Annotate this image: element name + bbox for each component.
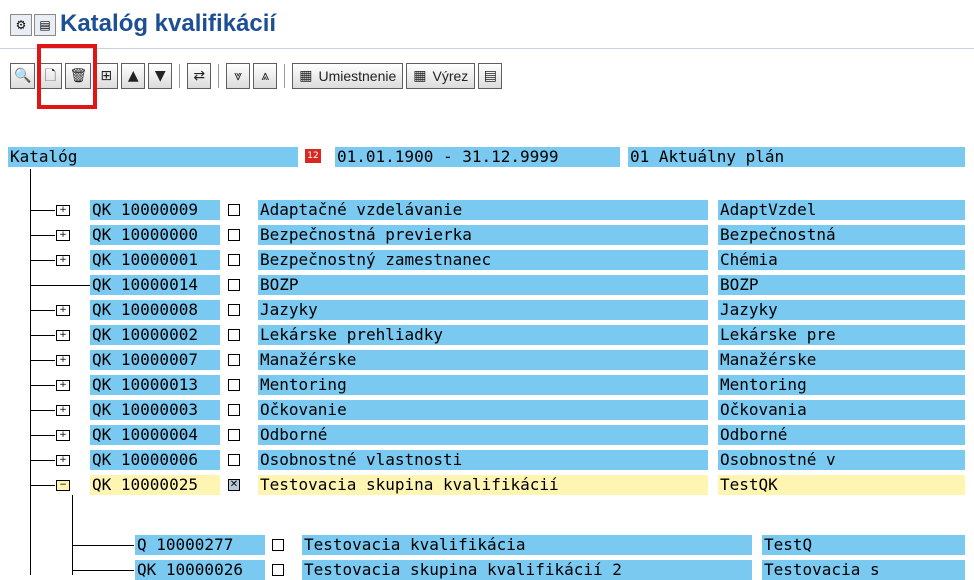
item-name[interactable]: Lekárske prehliadky [258, 325, 708, 345]
tree-trunk-line [30, 169, 31, 575]
expand-node-icon[interactable]: + [56, 205, 70, 216]
item-code[interactable]: QK 10000001 [90, 250, 220, 270]
expand-node-icon[interactable]: + [56, 380, 70, 391]
item-short-name: Mentoring [718, 375, 965, 395]
tree-branch-line [30, 485, 55, 486]
child-short-name: TestQ [762, 535, 965, 555]
tree-branch-line [72, 570, 134, 571]
item-code[interactable]: QK 10000025 [90, 475, 220, 495]
plan-version: 01 Aktuálny plán [628, 147, 965, 167]
item-code[interactable]: QK 10000007 [90, 350, 220, 370]
item-code[interactable]: QK 10000013 [90, 375, 220, 395]
item-short-name: Manažérske [718, 350, 965, 370]
tree-branch-line [30, 310, 55, 311]
item-name[interactable]: Testovacia skupina kvalifikácií [258, 475, 708, 495]
item-code[interactable]: QK 10000014 [90, 275, 220, 295]
qualification-tree: Katalóg 12 01.01.1900 - 31.12.9999 01 Aktuá… [0, 0, 974, 580]
item-short-name: Lekárske pre [718, 325, 965, 345]
item-short-name: Bezpečnostná [718, 225, 965, 245]
collapse-node-icon[interactable]: − [56, 480, 70, 491]
item-short-name: BOZP [718, 275, 965, 295]
item-name[interactable]: Očkovanie [258, 400, 708, 420]
item-name[interactable]: Mentoring [258, 375, 708, 395]
item-checkbox[interactable] [228, 404, 240, 416]
tree-branch-line [30, 460, 55, 461]
expand-node-icon[interactable]: + [56, 330, 70, 341]
item-checkbox[interactable] [228, 429, 240, 441]
child-code[interactable]: QK 10000026 [135, 560, 265, 580]
child-name[interactable]: Testovacia kvalifikácia [302, 535, 752, 555]
child-short-name: Testovacia s [762, 560, 965, 580]
item-code[interactable]: QK 10000003 [90, 400, 220, 420]
child-checkbox[interactable] [272, 564, 284, 576]
item-name[interactable]: Osobnostné vlastnosti [258, 450, 708, 470]
item-checkbox[interactable] [228, 454, 240, 466]
tree-branch-line [30, 285, 90, 286]
item-code[interactable]: QK 10000002 [90, 325, 220, 345]
item-name[interactable]: Jazyky [258, 300, 708, 320]
item-code[interactable]: QK 10000000 [90, 225, 220, 245]
tree-branch-line [30, 260, 55, 261]
item-code[interactable]: QK 10000006 [90, 450, 220, 470]
expand-node-icon[interactable]: + [56, 305, 70, 316]
date-range: 01.01.1900 - 31.12.9999 [335, 147, 620, 167]
item-name[interactable]: Odborné [258, 425, 708, 445]
subtree-line [72, 495, 73, 575]
item-checkbox[interactable] [228, 229, 240, 241]
expand-node-icon[interactable]: + [56, 355, 70, 366]
item-checkbox[interactable] [228, 204, 240, 216]
item-name[interactable]: Bezpečnostná previerka [258, 225, 708, 245]
child-checkbox[interactable] [272, 539, 284, 551]
item-checkbox[interactable] [228, 379, 240, 391]
item-code[interactable]: QK 10000004 [90, 425, 220, 445]
item-short-name: Osobnostné v [718, 450, 965, 470]
item-checkbox[interactable] [228, 329, 240, 341]
item-code[interactable]: QK 10000009 [90, 200, 220, 220]
item-name[interactable]: Manažérske [258, 350, 708, 370]
tree-branch-line [30, 385, 55, 386]
item-checkbox[interactable]: ✕ [228, 479, 240, 491]
expand-node-icon[interactable]: + [56, 455, 70, 466]
tree-branch-line [30, 435, 55, 436]
item-short-name: Jazyky [718, 300, 965, 320]
expand-node-icon[interactable]: + [56, 255, 70, 266]
child-name[interactable]: Testovacia skupina kvalifikácií 2 [302, 560, 752, 580]
item-short-name: AdaptVzdel [718, 200, 965, 220]
child-code[interactable]: Q 10000277 [135, 535, 265, 555]
item-code[interactable]: QK 10000008 [90, 300, 220, 320]
catalog-label[interactable]: Katalóg [8, 147, 298, 167]
tree-branch-line [72, 545, 134, 546]
item-short-name: TestQK [718, 475, 965, 495]
tree-branch-line [30, 410, 55, 411]
expand-node-icon[interactable]: + [56, 430, 70, 441]
item-name[interactable]: BOZP [258, 275, 708, 295]
expand-node-icon[interactable]: + [56, 230, 70, 241]
item-checkbox[interactable] [228, 354, 240, 366]
tree-branch-line [30, 360, 55, 361]
item-short-name: Chémia [718, 250, 965, 270]
tree-branch-line [30, 335, 55, 336]
item-name[interactable]: Bezpečnostný zamestnanec [258, 250, 708, 270]
tree-branch-line [30, 235, 55, 236]
item-checkbox[interactable] [228, 304, 240, 316]
item-name[interactable]: Adaptačné vzdelávanie [258, 200, 708, 220]
calendar-icon[interactable]: 12 [305, 149, 321, 163]
item-checkbox[interactable] [228, 279, 240, 291]
item-checkbox[interactable] [228, 254, 240, 266]
item-short-name: Očkovania [718, 400, 965, 420]
expand-node-icon[interactable]: + [56, 405, 70, 416]
item-short-name: Odborné [718, 425, 965, 445]
tree-branch-line [30, 210, 55, 211]
